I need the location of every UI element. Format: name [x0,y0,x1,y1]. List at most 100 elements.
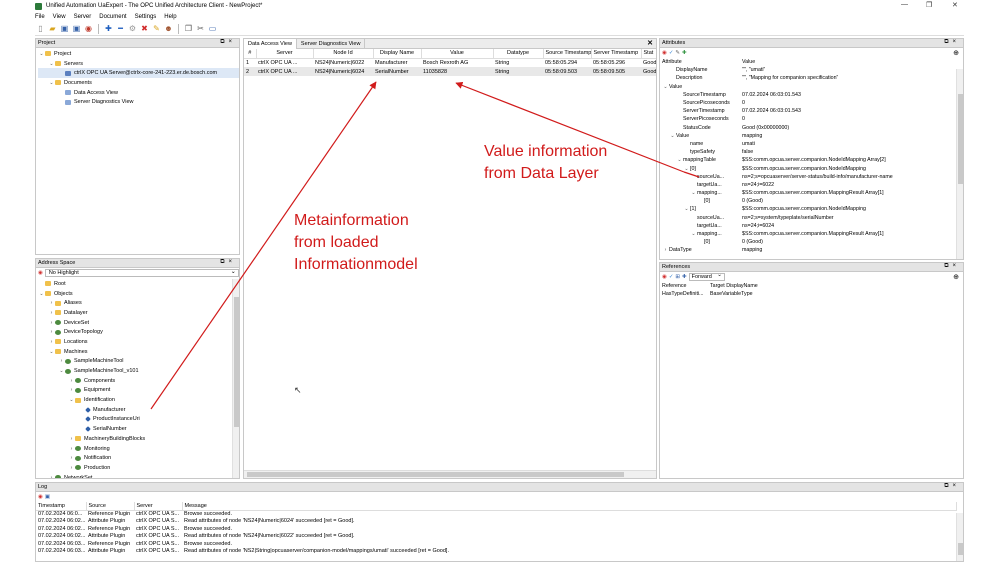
save-as-icon[interactable]: ▣ [71,23,82,34]
tree-item[interactable]: › DeviceTopology [38,327,239,337]
chevron-down-icon[interactable]: ⌄ [676,157,683,163]
attribute-row[interactable]: typeSafety false [662,148,963,156]
attribute-row[interactable]: › DataType mapping [662,246,963,254]
attribute-row[interactable]: ServerPicoseconds 0 [662,115,963,123]
column-header[interactable]: Display Name [373,49,422,59]
tree-item[interactable]: ⌄ Servers [38,59,239,69]
close-icon[interactable]: ✕ [952,1,958,9]
save-icon[interactable]: ▣ [59,23,70,34]
column-header[interactable]: Source Timestamp [543,49,592,59]
new-icon[interactable]: ▯ [35,23,46,34]
attribute-row[interactable]: ⌄[0] $SS:comm.opcua.server.companion.Node… [662,164,963,172]
chevron-down-icon[interactable]: ⌄ [38,291,45,297]
attribute-row[interactable]: StatusCode Good (0x00000000) [662,124,963,132]
log-scrollbar[interactable] [956,513,963,561]
column-header[interactable]: Timestamp [36,502,87,511]
tree-item[interactable]: ⌄ Identification [38,395,239,405]
attribute-row[interactable]: targetUa... ns=24;i=6024 [662,222,963,230]
column-header[interactable]: Server [256,49,314,59]
tree-item[interactable]: › SampleMachineTool [38,357,239,367]
attribute-row[interactable]: sourceUa... ns=2;s=opcuaserver/server-sta… [662,173,963,181]
chevron-down-icon[interactable]: ⌄ [683,166,690,172]
table-row[interactable]: 2 ctrlX OPC UA ... NS24|Numeric|6024 Serial… [244,67,656,76]
add-reference-icon[interactable]: ✚ [682,274,687,280]
log-row[interactable]: 07.02.2024 06:02... Attribute Plugin ctrlX… [36,533,956,541]
tree-item[interactable]: Server Diagnostics View [38,97,239,107]
chevron-right-icon[interactable]: › [68,465,75,471]
copy-icon[interactable]: ❐ [183,23,194,34]
log-scrollbar-thumb[interactable] [958,543,963,555]
plugin-icon[interactable]: ✎ [151,23,162,34]
panel-float-close-icon[interactable]: ⧉× [220,39,236,46]
attribute-row[interactable]: [0] 0 (Good) [662,238,963,246]
cut-icon[interactable]: ✂ [195,23,206,34]
highlight-dropdown[interactable]: No Highlight [44,268,239,277]
column-header[interactable]: Datatype [493,49,544,59]
column-header[interactable]: Value [421,49,494,59]
data-access-hscrollbar[interactable] [244,470,656,478]
reference-column-header[interactable]: Reference [662,283,710,289]
column-header[interactable]: Source [86,502,135,511]
attribute-row[interactable]: ServerTimestamp 07.02.2024 06:03:01.543 [662,107,963,115]
minimize-icon[interactable]: — [901,1,908,8]
column-header[interactable]: Stat [641,49,656,59]
tree-item[interactable]: ⌄ Machines [38,347,239,357]
column-header[interactable]: Message [182,502,957,511]
target-column-header[interactable]: Target DisplayName [710,283,758,289]
check-icon[interactable]: ✓ [669,50,674,56]
remove-server-icon[interactable]: ━ [115,23,126,34]
tree-item[interactable]: › MachineryBuildingBlocks [38,434,239,444]
hierarchy-icon[interactable]: ⊞ [675,274,680,280]
tree-item[interactable]: › Aliases [38,298,239,308]
chevron-right-icon[interactable]: › [68,455,75,461]
panel-float-close-icon[interactable]: ⧉× [944,39,960,46]
attributes-scrollbar-thumb[interactable] [958,94,963,184]
window-icon[interactable]: ▭ [207,23,218,34]
tree-item[interactable]: › Datalayer [38,308,239,318]
chevron-right-icon[interactable]: › [58,358,65,364]
disconnect-icon[interactable]: ✖ [139,23,150,34]
chevron-down-icon[interactable]: ⌄ [662,84,669,90]
direction-dropdown[interactable]: Forward [688,272,725,281]
attribute-row[interactable]: ⌄mappingTable $SS:comm.opcua.server.compa… [662,156,963,164]
menu-help[interactable]: Help [164,14,176,20]
attribute-row[interactable]: [0] 0 (Good) [662,197,963,205]
chevron-right-icon[interactable]: › [662,247,669,253]
attribute-row[interactable]: ⌄mapping... $SS:comm.opcua.server.compani… [662,189,963,197]
tree-item[interactable]: › Locations [38,337,239,347]
edit-icon[interactable]: ✎ [675,50,680,56]
data-access-hscrollbar-thumb[interactable] [247,472,624,477]
address-scrollbar-thumb[interactable] [234,297,239,427]
log-row[interactable]: 07.02.2024 06:02... Attribute Plugin ctrlX… [36,518,956,526]
chevron-down-icon[interactable]: ⌄ [68,397,75,403]
attribute-row[interactable]: SourceTimestamp 07.02.2024 06:03:01.543 [662,91,963,99]
tab-server-diagnostics-view[interactable]: Server Diagnostics View [297,39,366,49]
chevron-down-icon[interactable]: ⌄ [48,80,55,86]
attribute-row[interactable]: ⌄Value mapping [662,132,963,140]
menu-file[interactable]: File [35,14,45,20]
table-row[interactable]: 1 ctrlX OPC UA ... NS24|Numeric|6022 Manufa… [244,58,656,67]
refresh-icon[interactable]: ◉ [662,50,667,56]
chevron-down-icon[interactable]: ⌄ [58,368,65,374]
user-icon[interactable]: ☻ [163,23,174,34]
chevron-right-icon[interactable]: › [48,320,55,326]
tree-item[interactable]: › Notification [38,453,239,463]
chevron-right-icon[interactable]: › [68,436,75,442]
chevron-right-icon[interactable]: › [48,329,55,335]
add-attribute-icon[interactable]: ⊕ [953,49,959,57]
attribute-row[interactable]: Description "", "Mapping for companion sp… [662,74,963,82]
chevron-down-icon[interactable]: ⌄ [48,349,55,355]
clear-log-icon[interactable]: ◉ [38,494,43,500]
tree-item[interactable]: › Monitoring [38,444,239,454]
chevron-right-icon[interactable]: › [68,378,75,384]
tree-item[interactable]: Root [38,279,239,289]
close-document-icon[interactable]: ✕ [647,39,653,47]
refresh-icon[interactable]: ◉ [662,274,667,280]
chevron-down-icon[interactable]: ⌄ [38,51,45,57]
tree-item[interactable]: ctrlX OPC UA Server@ctrlx-core-241-223.e… [38,68,239,79]
log-row[interactable]: 07.02.2024 06:03... Reference Plugin ctrlX… [36,540,956,548]
tree-item[interactable]: Data Access View [38,88,239,98]
column-header[interactable]: Server Timestamp [591,49,642,59]
attribute-row[interactable]: SourcePicoseconds 0 [662,99,963,107]
menu-view[interactable]: View [53,14,66,20]
